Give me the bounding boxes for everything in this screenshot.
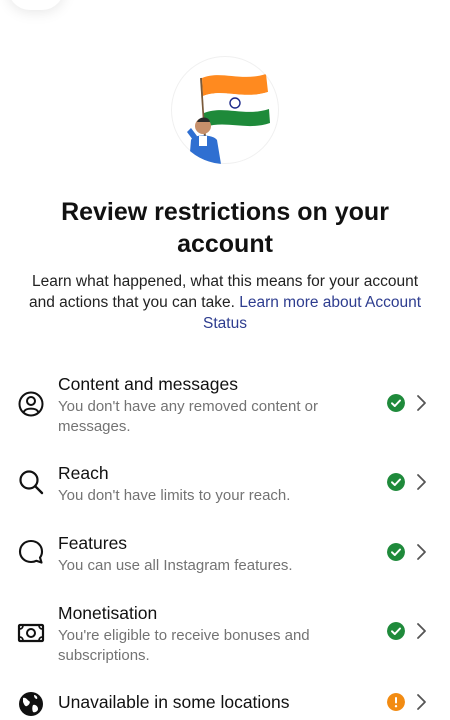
user-circle-icon	[18, 391, 44, 417]
chevron-right-icon	[417, 474, 426, 490]
row-title: Monetisation	[58, 603, 158, 623]
chevron-right-icon	[417, 694, 426, 710]
row-content-and-messages[interactable]: Content and messages You don't have any …	[0, 370, 450, 440]
status-ok-icon	[387, 543, 405, 561]
row-description: You don't have limits to your reach.	[58, 487, 291, 504]
status-ok-icon	[387, 394, 405, 412]
row-description: You're eligible to receive bonuses and s…	[58, 627, 310, 664]
row-reach[interactable]: Reach You don't have limits to your reac…	[0, 459, 450, 511]
row-features[interactable]: Features You can use all Instagram featu…	[0, 529, 450, 581]
chevron-right-icon	[417, 623, 426, 639]
row-description: You don't have any removed content or me…	[58, 398, 318, 435]
chat-bubble-icon	[18, 539, 44, 564]
chevron-right-icon	[417, 395, 426, 411]
row-unavailable-locations[interactable]: Unavailable in some locations	[0, 688, 450, 720]
row-title: Content and messages	[58, 374, 238, 394]
profile-picture-illustration	[187, 74, 270, 164]
row-title: Unavailable in some locations	[58, 692, 290, 712]
learn-more-link[interactable]: Learn more about Account Status	[203, 294, 421, 332]
row-monetisation[interactable]: Monetisation You're eligible to receive …	[0, 599, 450, 669]
profile-avatar	[171, 56, 279, 164]
row-title: Features	[58, 533, 128, 553]
page-description: Learn what happened, what this means for…	[24, 271, 426, 334]
globe-icon	[19, 692, 43, 716]
money-icon	[17, 623, 45, 643]
page-title: Review restrictions on your account	[61, 198, 389, 258]
status-ok-icon	[387, 473, 405, 491]
row-title: Reach	[58, 463, 109, 483]
status-warning-icon	[387, 693, 405, 711]
search-icon	[19, 470, 44, 495]
chevron-right-icon	[417, 544, 426, 560]
status-ok-icon	[387, 622, 405, 640]
back-button[interactable]	[8, 0, 64, 10]
row-description: You can use all Instagram features.	[58, 557, 293, 574]
